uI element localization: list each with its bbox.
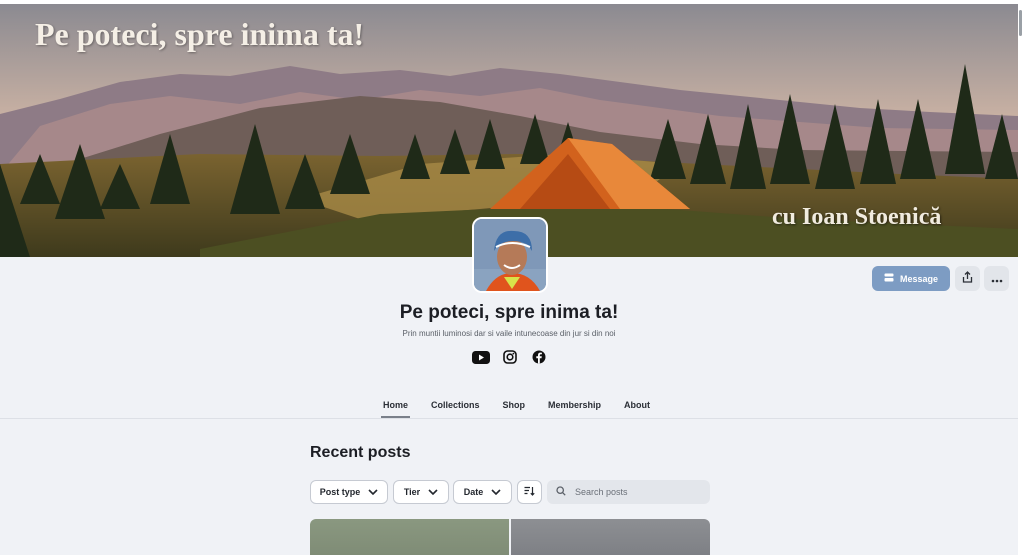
- creator-tagline: Prin muntii luminosi dar si vaile intune…: [402, 329, 616, 338]
- instagram-icon[interactable]: [501, 349, 519, 365]
- post-type-filter[interactable]: Post type: [310, 480, 388, 504]
- search-posts-box[interactable]: [547, 480, 710, 504]
- recent-posts-heading: Recent posts: [310, 444, 411, 461]
- banner-author: cu Ioan Stoenică: [772, 204, 942, 230]
- tab-about[interactable]: About: [622, 400, 652, 420]
- avatar[interactable]: [472, 217, 548, 293]
- banner-title: Pe poteci, spre inima ta!: [35, 16, 365, 52]
- tab-shop[interactable]: Shop: [501, 400, 528, 420]
- chevron-down-icon: [368, 487, 378, 497]
- share-icon: [962, 270, 973, 288]
- date-filter[interactable]: Date: [453, 480, 512, 504]
- share-button[interactable]: [955, 266, 980, 291]
- facebook-icon[interactable]: [530, 349, 548, 365]
- scrollbar-thumb[interactable]: [1019, 10, 1022, 36]
- message-button[interactable]: Message: [872, 266, 950, 291]
- more-options-button[interactable]: [984, 266, 1009, 291]
- chat-icon: [884, 273, 894, 284]
- avatar-photo: [474, 219, 546, 291]
- chevron-down-icon: [428, 487, 438, 497]
- window-scrollbar-track[interactable]: [1018, 0, 1023, 555]
- tab-home[interactable]: Home: [381, 400, 411, 420]
- tab-membership[interactable]: Membership: [546, 400, 603, 420]
- sort-button[interactable]: [517, 480, 542, 504]
- post-card-thumbnail[interactable]: [310, 519, 509, 555]
- tier-filter-label: Tier: [403, 487, 421, 497]
- tabs-divider: [0, 418, 1018, 419]
- tab-collections[interactable]: Collections: [429, 400, 482, 420]
- post-card-thumbnail[interactable]: [511, 519, 710, 555]
- profile-nav-tabs: Home Collections Shop Membership About: [381, 400, 652, 420]
- social-links: [472, 349, 548, 365]
- chevron-down-icon: [491, 487, 501, 497]
- search-icon: [556, 483, 566, 501]
- sort-icon: [524, 486, 535, 498]
- more-horizontal-icon: [991, 270, 1003, 288]
- youtube-icon[interactable]: [472, 349, 490, 365]
- search-posts-input[interactable]: [575, 487, 695, 497]
- post-type-filter-label: Post type: [319, 487, 361, 497]
- creator-name: Pe poteci, spre inima ta!: [399, 302, 619, 323]
- message-button-label: Message: [899, 273, 939, 284]
- tier-filter[interactable]: Tier: [393, 480, 449, 504]
- date-filter-label: Date: [463, 487, 484, 497]
